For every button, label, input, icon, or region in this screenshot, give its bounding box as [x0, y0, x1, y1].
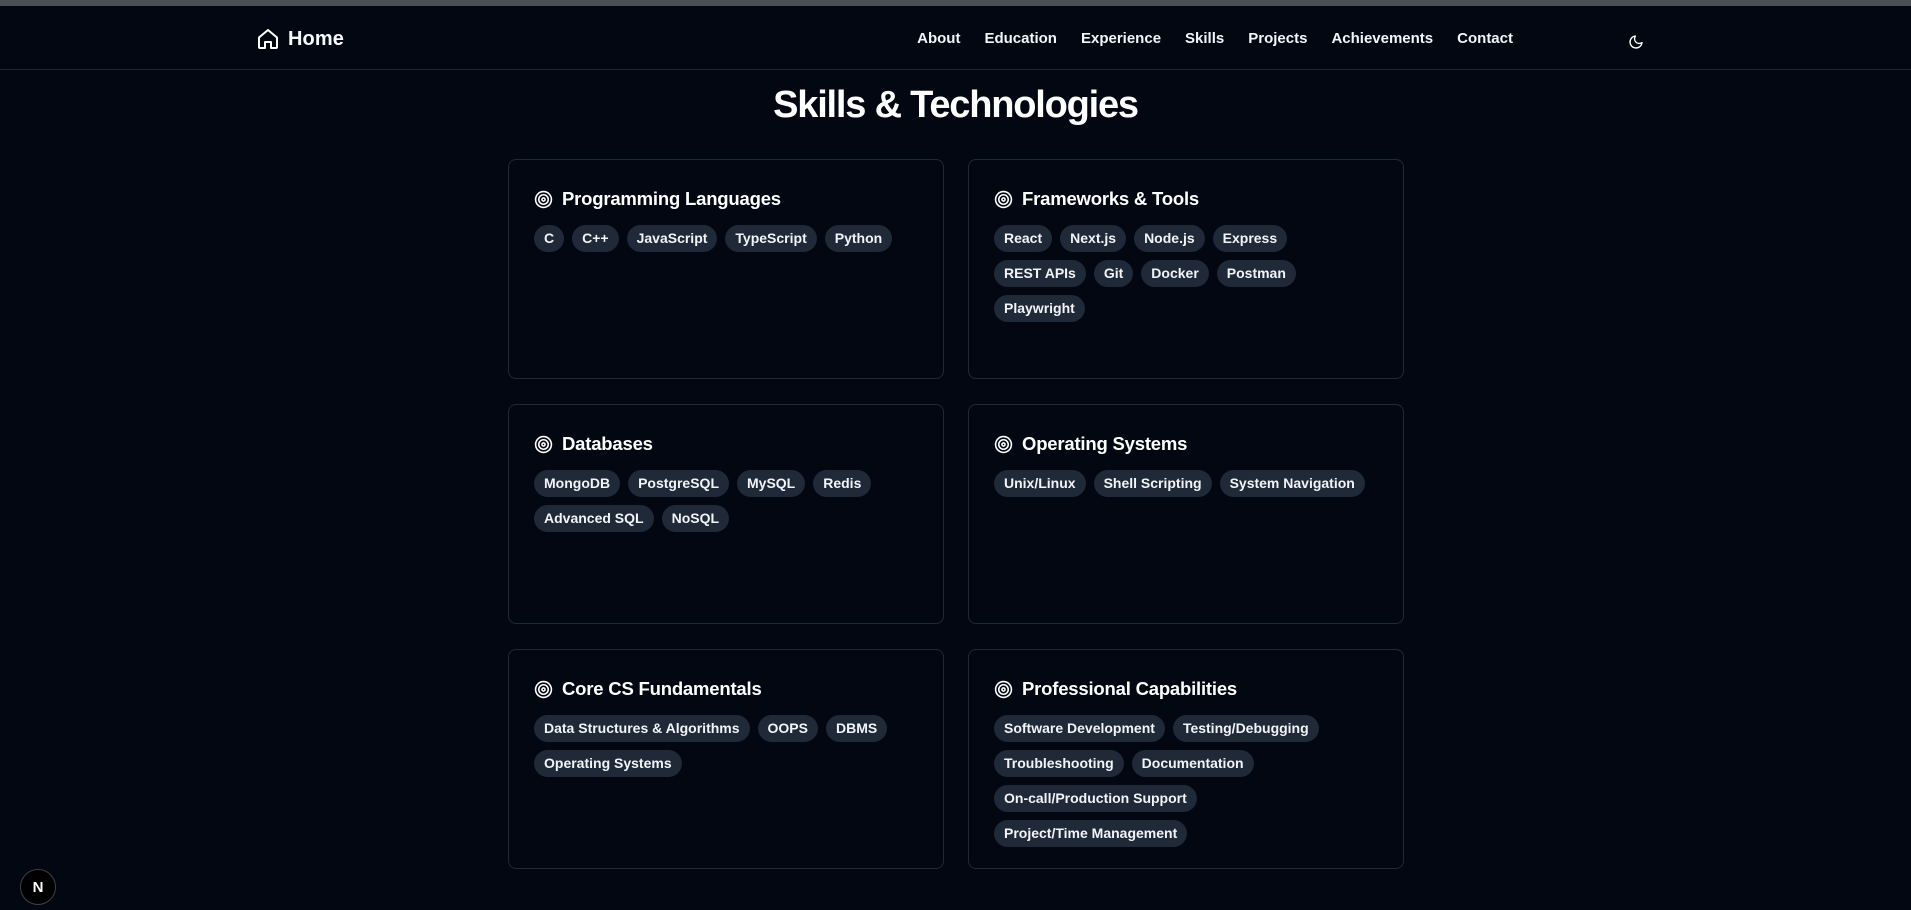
nav-link-education[interactable]: Education — [984, 30, 1057, 47]
skill-tag: Shell Scripting — [1093, 470, 1212, 497]
nav-link-skills[interactable]: Skills — [1185, 30, 1224, 47]
skill-tag: C++ — [572, 225, 619, 252]
skill-card-professional-capabilities: Professional Capabilities Software Devel… — [968, 649, 1404, 869]
skill-tag: Next.js — [1060, 225, 1127, 252]
svg-text:N: N — [33, 879, 44, 896]
page-title: Skills & Technologies — [773, 84, 1139, 126]
skill-tag: PostgreSQL — [628, 470, 729, 497]
card-header: Programming Languages — [534, 188, 918, 210]
nav-link-contact[interactable]: Contact — [1457, 30, 1513, 47]
skill-tag: NoSQL — [661, 505, 730, 532]
skill-tag: Docker — [1141, 260, 1209, 287]
home-link[interactable]: Home — [256, 26, 344, 52]
nextjs-logo-icon: N — [33, 879, 44, 896]
skill-tag: Testing/Debugging — [1172, 715, 1319, 742]
skill-tag: Python — [824, 225, 893, 252]
tag-list: Software Development Testing/Debugging T… — [994, 715, 1378, 847]
skill-tag: TypeScript — [725, 225, 817, 252]
card-header: Professional Capabilities — [994, 678, 1378, 700]
target-icon — [534, 435, 553, 454]
nav-link-achievements[interactable]: Achievements — [1331, 30, 1433, 47]
skill-tag: Documentation — [1131, 750, 1254, 777]
card-title: Databases — [562, 433, 653, 454]
skill-tag: Playwright — [994, 295, 1085, 322]
skill-tag: Project/Time Management — [994, 820, 1188, 847]
skill-tag: Redis — [813, 470, 872, 497]
target-icon — [534, 680, 553, 699]
skill-tag: MySQL — [737, 470, 806, 497]
skill-tag: On-call/Production Support — [994, 785, 1197, 812]
card-title: Frameworks & Tools — [1022, 188, 1199, 209]
nav-links: About Education Experience Skills Projec… — [917, 30, 1513, 47]
card-title: Programming Languages — [562, 188, 781, 209]
tag-list: MongoDB PostgreSQL MySQL Redis Advanced … — [534, 470, 918, 532]
card-header: Frameworks & Tools — [994, 188, 1378, 210]
skill-tag: Troubleshooting — [994, 750, 1124, 777]
skill-tag: C — [534, 225, 565, 252]
tag-list: React Next.js Node.js Express REST APIs … — [994, 225, 1378, 322]
target-icon — [534, 190, 553, 209]
skill-tag: Unix/Linux — [994, 470, 1086, 497]
skill-tag: Advanced SQL — [534, 505, 654, 532]
skill-tag: Node.js — [1134, 225, 1205, 252]
theme-toggle-button[interactable] — [1626, 32, 1646, 52]
skill-tag: System Navigation — [1219, 470, 1365, 497]
skill-tag: Operating Systems — [534, 750, 682, 777]
nav-link-projects[interactable]: Projects — [1248, 30, 1307, 47]
skill-tag: React — [994, 225, 1053, 252]
target-icon — [994, 435, 1013, 454]
skill-tag: MongoDB — [534, 470, 621, 497]
skill-tag: Software Development — [994, 715, 1165, 742]
tag-list: Unix/Linux Shell Scripting System Naviga… — [994, 470, 1378, 497]
skill-tag: DBMS — [825, 715, 888, 742]
nextjs-dev-badge[interactable]: N — [20, 869, 56, 905]
navbar: Home About Education Experience Skills P… — [0, 6, 1911, 70]
tag-list: C C++ JavaScript TypeScript Python — [534, 225, 918, 252]
skill-tag: JavaScript — [626, 225, 718, 252]
target-icon — [994, 680, 1013, 699]
skill-card-core-cs-fundamentals: Core CS Fundamentals Data Structures & A… — [508, 649, 944, 869]
card-title: Core CS Fundamentals — [562, 678, 762, 699]
card-header: Databases — [534, 433, 918, 455]
skill-tag: Git — [1093, 260, 1134, 287]
skill-tag: OOPS — [757, 715, 818, 742]
skill-tag: REST APIs — [994, 260, 1086, 287]
card-header: Core CS Fundamentals — [534, 678, 918, 700]
brand-label: Home — [288, 27, 344, 50]
card-title: Operating Systems — [1022, 433, 1188, 454]
skill-card-operating-systems: Operating Systems Unix/Linux Shell Scrip… — [968, 404, 1404, 624]
skill-card-databases: Databases MongoDB PostgreSQL MySQL Redis… — [508, 404, 944, 624]
skill-card-frameworks-tools: Frameworks & Tools React Next.js Node.js… — [968, 159, 1404, 379]
skill-tag: Data Structures & Algorithms — [534, 715, 750, 742]
skill-tag: Express — [1212, 225, 1288, 252]
nav-link-about[interactable]: About — [917, 30, 960, 47]
skill-card-programming-languages: Programming Languages C C++ JavaScript T… — [508, 159, 944, 379]
moon-icon — [1629, 35, 1643, 49]
skills-grid: Programming Languages C C++ JavaScript T… — [508, 159, 1404, 869]
home-icon — [256, 27, 280, 51]
tag-list: Data Structures & Algorithms OOPS DBMS O… — [534, 715, 918, 777]
nav-link-experience[interactable]: Experience — [1081, 30, 1161, 47]
target-icon — [994, 190, 1013, 209]
skill-tag: Postman — [1216, 260, 1296, 287]
card-title: Professional Capabilities — [1022, 678, 1238, 699]
card-header: Operating Systems — [994, 433, 1378, 455]
